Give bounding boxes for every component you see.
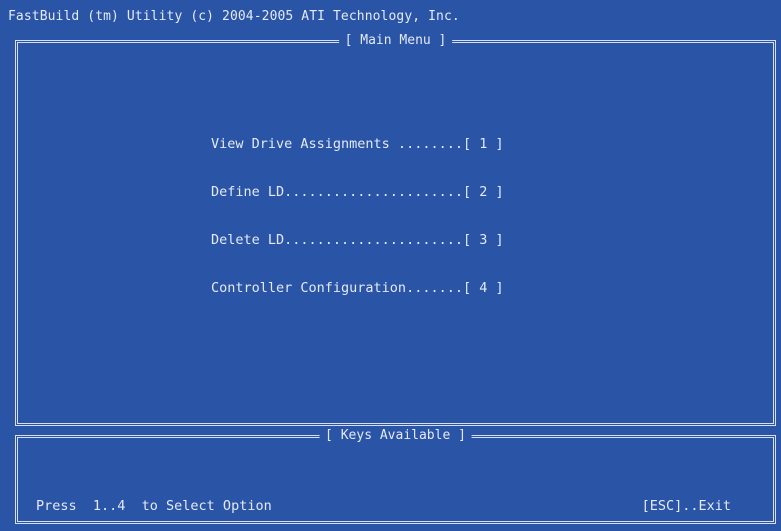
window-title: FastBuild (tm) Utility (c) 2004-2005 ATI… bbox=[8, 9, 460, 24]
menu-item-view-drive-assignments[interactable]: View Drive Assignments ........[ 1 ] bbox=[211, 136, 504, 184]
select-option-hint: Press 1..4 to Select Option bbox=[36, 498, 272, 514]
keys-available-title: [ Keys Available ] bbox=[319, 428, 472, 444]
menu-item-define-ld[interactable]: Define LD......................[ 2 ] bbox=[211, 184, 504, 232]
menu-item-controller-configuration[interactable]: Controller Configuration.......[ 4 ] bbox=[211, 280, 504, 328]
main-menu-title: [ Main Menu ] bbox=[338, 33, 453, 49]
main-menu-list: View Drive Assignments ........[ 1 ] Def… bbox=[211, 136, 504, 328]
exit-key-hint[interactable]: [ESC]..Exit bbox=[642, 498, 731, 514]
menu-item-delete-ld[interactable]: Delete LD......................[ 3 ] bbox=[211, 232, 504, 280]
keys-available-panel: [ Keys Available ] Press 1..4 to Select … bbox=[15, 428, 776, 524]
main-menu-panel: [ Main Menu ] View Drive Assignments ...… bbox=[15, 33, 776, 426]
